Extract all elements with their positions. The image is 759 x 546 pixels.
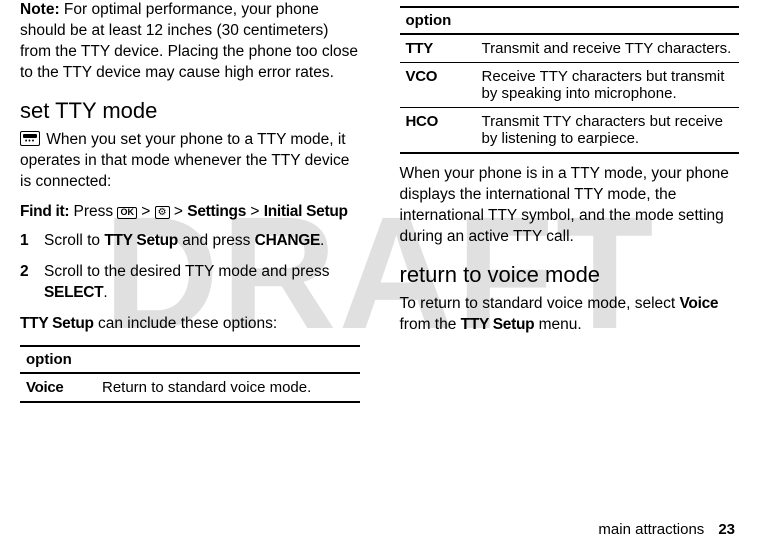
option-code-voice: Voice <box>20 373 96 402</box>
return-tty-setup-bold: TTY Setup <box>461 316 535 333</box>
tty-intro-text: When you set your phone to a TTY mode, i… <box>20 131 349 190</box>
step-2-number: 2 <box>20 262 44 304</box>
return-e: menu. <box>534 316 581 333</box>
table-row: VCO Receive TTY characters but transmit … <box>400 63 740 108</box>
step-1-number: 1 <box>20 231 44 252</box>
option-desc-hco: Transmit TTY characters but receive by l… <box>476 108 740 154</box>
tty-mode-display-paragraph: When your phone is in a TTY mode, your p… <box>400 164 740 248</box>
return-voice-paragraph: To return to standard voice mode, select… <box>400 294 740 336</box>
steps-list: 1 Scroll to TTY Setup and press CHANGE. … <box>20 231 360 304</box>
table-row: HCO Transmit TTY characters but receive … <box>400 108 740 154</box>
step2-c: . <box>103 284 107 301</box>
option-desc-tty: Transmit and receive TTY characters. <box>476 34 740 63</box>
find-it-label: Find it: <box>20 203 69 220</box>
settings-key-icon: ⚙ <box>155 206 170 219</box>
table-header-cell: option <box>400 7 740 34</box>
heading-set-tty-mode: set TTY mode <box>20 98 360 124</box>
return-a: To return to standard voice mode, select <box>400 295 680 312</box>
option-code-vco: VCO <box>400 63 476 108</box>
return-voice-bold: Voice <box>680 295 719 312</box>
table-header-row: option <box>20 346 360 373</box>
find-it-press: Press <box>69 203 117 220</box>
step1-e: . <box>320 232 324 249</box>
step-2: 2 Scroll to the desired TTY mode and pre… <box>20 262 360 304</box>
table-row: Voice Return to standard voice mode. <box>20 373 360 402</box>
step2-a: Scroll to the desired TTY mode and press <box>44 263 329 280</box>
table-header-row: option <box>400 7 740 34</box>
option-code-hco: HCO <box>400 108 476 154</box>
left-column: Note: For optimal performance, your phon… <box>20 0 360 413</box>
tty-icon <box>20 131 40 146</box>
option-desc-vco: Receive TTY characters but transmit by s… <box>476 63 740 108</box>
step2-select: SELECT <box>44 284 103 301</box>
options-intro-rest: can include these options: <box>94 315 278 332</box>
return-c: from the <box>400 316 461 333</box>
footer-page-number: 23 <box>718 521 735 538</box>
table-header-cell: option <box>20 346 360 373</box>
option-code-tty: TTY <box>400 34 476 63</box>
note-body: For optimal performance, your phone shou… <box>20 1 358 81</box>
footer-section: main attractions <box>598 521 704 538</box>
step-1: 1 Scroll to TTY Setup and press CHANGE. <box>20 231 360 252</box>
step-1-text: Scroll to TTY Setup and press CHANGE. <box>44 231 324 252</box>
findit-initial-setup: Initial Setup <box>264 203 348 220</box>
step-2-text: Scroll to the desired TTY mode and press… <box>44 262 360 304</box>
find-it-line: Find it: Press OK > ⚙ > Settings > Initi… <box>20 202 360 223</box>
heading-return-voice: return to voice mode <box>400 262 740 288</box>
option-desc-voice: Return to standard voice mode. <box>96 373 360 402</box>
options-table-left: option Voice Return to standard voice mo… <box>20 345 360 403</box>
step1-tty-setup: TTY Setup <box>104 232 178 249</box>
step1-a: Scroll to <box>44 232 104 249</box>
page-footer: main attractions 23 <box>598 521 735 538</box>
options-table-right: option TTY Transmit and receive TTY char… <box>400 6 740 154</box>
right-column: option TTY Transmit and receive TTY char… <box>400 0 740 413</box>
note-paragraph: Note: For optimal performance, your phon… <box>20 0 360 84</box>
page-content: Note: For optimal performance, your phon… <box>0 0 759 413</box>
gt3: > <box>246 203 264 220</box>
step1-c: and press <box>178 232 255 249</box>
ok-key-icon: OK <box>117 207 137 219</box>
gt1: > <box>137 203 155 220</box>
note-label: Note: <box>20 1 60 18</box>
step1-change: CHANGE <box>255 232 320 249</box>
options-intro-tty-setup: TTY Setup <box>20 315 94 332</box>
table-row: TTY Transmit and receive TTY characters. <box>400 34 740 63</box>
findit-settings: Settings <box>187 203 246 220</box>
gt2: > <box>170 203 188 220</box>
tty-intro-paragraph: When you set your phone to a TTY mode, i… <box>20 130 360 193</box>
options-intro: TTY Setup can include these options: <box>20 314 360 335</box>
